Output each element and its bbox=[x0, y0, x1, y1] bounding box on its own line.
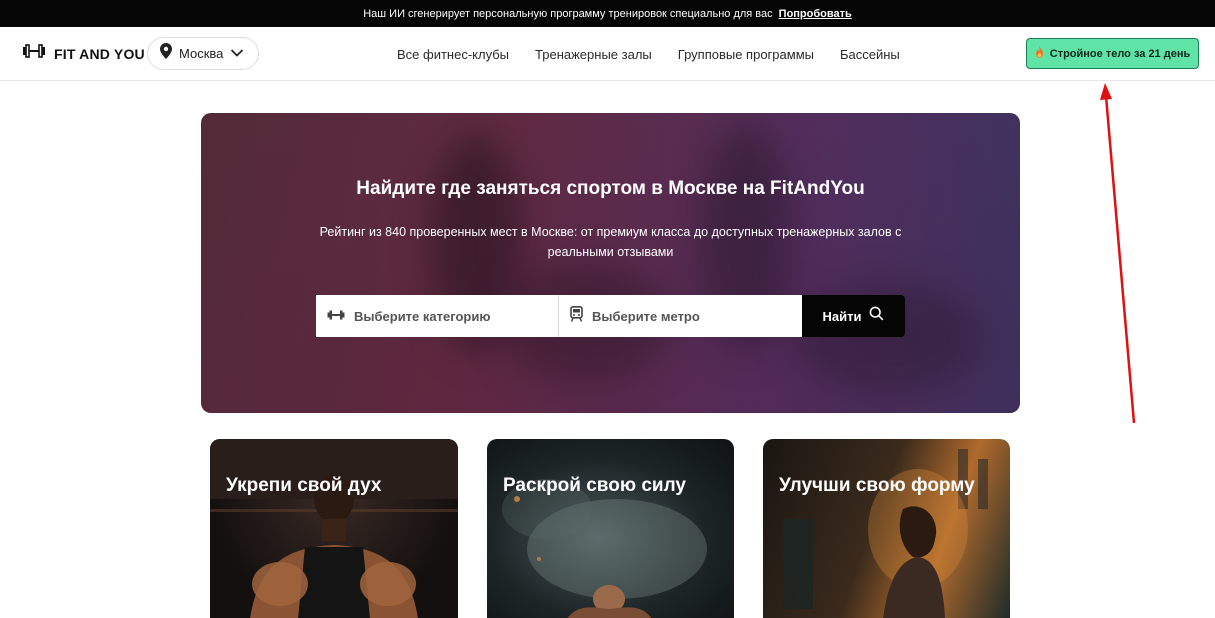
hero-subtitle: Рейтинг из 840 проверенных мест в Москве… bbox=[319, 225, 902, 259]
card-image-woman-gym bbox=[783, 449, 988, 618]
promo-try-link[interactable]: Попробовать bbox=[779, 8, 852, 20]
find-button[interactable]: Найти bbox=[802, 295, 905, 337]
nav-pools[interactable]: Бассейны bbox=[840, 47, 900, 62]
category-placeholder: Выберите категорию bbox=[354, 308, 491, 324]
card-title: Раскрой свою силу bbox=[503, 475, 686, 496]
city-label: Москва bbox=[179, 46, 224, 61]
find-button-label: Найти bbox=[822, 308, 862, 324]
hero-title: Найдите где заняться спортом в Москве на… bbox=[356, 178, 865, 199]
promo-card-power[interactable]: Раскрой свою силу bbox=[487, 439, 734, 618]
metro-select[interactable]: Выберите метро bbox=[559, 295, 802, 337]
logo-text: FIT AND YOU bbox=[54, 45, 145, 62]
hero-overlay bbox=[201, 113, 1020, 413]
promo-card-form[interactable]: Улучши свою форму bbox=[763, 439, 1010, 618]
card-image-smoke-athlete bbox=[502, 479, 707, 618]
dumbbell-icon bbox=[22, 44, 46, 63]
search-icon bbox=[869, 306, 884, 326]
fire-icon bbox=[1035, 45, 1044, 63]
main-nav: Все фитнес-клубы Тренажерные залы Группо… bbox=[397, 27, 926, 81]
metro-placeholder: Выберите метро bbox=[592, 308, 700, 324]
promo-text: Наш ИИ сгенерирует персональную программ… bbox=[363, 7, 773, 20]
promo-card-spirit[interactable]: Укрепи свой дух bbox=[210, 439, 458, 618]
city-selector[interactable]: Москва bbox=[147, 37, 259, 70]
site-header: FIT AND YOU Москва Все фитнес-клубы Трен… bbox=[0, 27, 1215, 81]
chevron-down-icon bbox=[230, 45, 244, 63]
category-select[interactable]: Выберите категорию bbox=[316, 295, 559, 337]
location-pin-icon bbox=[160, 43, 172, 64]
nav-gyms[interactable]: Тренажерные залы bbox=[535, 47, 652, 62]
card-title: Укрепи свой дух bbox=[226, 475, 382, 496]
nav-group-programs[interactable]: Групповые программы bbox=[678, 47, 814, 62]
promo-bar: Наш ИИ сгенерирует персональную программ… bbox=[0, 0, 1215, 27]
hero-banner: Найдите где заняться спортом в Москве на… bbox=[201, 113, 1020, 413]
slim-body-cta-button[interactable]: Стройное тело за 21 день bbox=[1026, 38, 1199, 69]
search-form: Выберите категорию Выберите метро Найти bbox=[316, 295, 905, 337]
card-image-athlete-back bbox=[210, 439, 458, 618]
train-icon bbox=[570, 305, 583, 327]
card-title: Улучши свою форму bbox=[779, 475, 975, 496]
cta-label: Стройное тело за 21 день bbox=[1049, 47, 1191, 60]
dumbbell-icon bbox=[327, 307, 345, 325]
nav-all-clubs[interactable]: Все фитнес-клубы bbox=[397, 47, 509, 62]
logo[interactable]: FIT AND YOU bbox=[22, 44, 145, 63]
